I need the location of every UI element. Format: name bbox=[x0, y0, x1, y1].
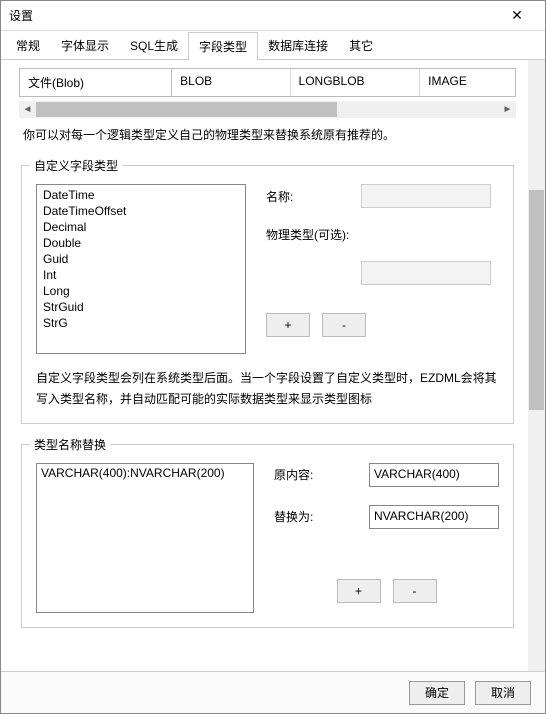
del-button[interactable]: - bbox=[393, 579, 437, 603]
orig-label: 原内容: bbox=[274, 466, 369, 483]
tab-fieldtype[interactable]: 字段类型 bbox=[188, 32, 258, 60]
list-item[interactable]: Guid bbox=[41, 251, 241, 267]
tab-sql[interactable]: SQL生成 bbox=[119, 31, 189, 59]
add-button[interactable]: + bbox=[337, 579, 381, 603]
list-item[interactable]: StrG bbox=[41, 315, 241, 331]
orig-input[interactable]: VARCHAR(400) bbox=[369, 463, 499, 487]
replace-list[interactable]: VARCHAR(400):NVARCHAR(200) bbox=[36, 463, 254, 613]
list-item[interactable]: StrGuid bbox=[41, 299, 241, 315]
group-replace: 类型名称替换 VARCHAR(400):NVARCHAR(200) 原内容: V… bbox=[21, 444, 514, 628]
group-custom-types: 自定义字段类型 DateTime DateTimeOffset Decimal … bbox=[21, 165, 514, 424]
tab-bar: 常规 字体显示 SQL生成 字段类型 数据库连接 其它 bbox=[1, 31, 545, 60]
list-item[interactable]: Double bbox=[41, 235, 241, 251]
list-item[interactable]: Decimal bbox=[41, 219, 241, 235]
scroll-left-icon[interactable]: ◄ bbox=[19, 104, 36, 115]
name-label: 名称: bbox=[266, 188, 361, 205]
cell-logical: 文件(Blob) bbox=[20, 69, 172, 96]
phys-input[interactable] bbox=[361, 261, 491, 285]
del-button[interactable]: - bbox=[322, 313, 366, 337]
tab-font[interactable]: 字体显示 bbox=[50, 31, 120, 59]
add-button[interactable]: + bbox=[266, 313, 310, 337]
tab-other[interactable]: 其它 bbox=[338, 31, 384, 59]
custom-type-list[interactable]: DateTime DateTimeOffset Decimal Double G… bbox=[36, 184, 246, 354]
list-item[interactable]: VARCHAR(400):NVARCHAR(200) bbox=[37, 464, 253, 482]
vscroll-thumb[interactable] bbox=[529, 190, 544, 410]
vscrollbar[interactable] bbox=[528, 60, 545, 671]
cell-p2: LONGBLOB bbox=[291, 69, 421, 96]
phys-label: 物理类型(可选): bbox=[266, 226, 361, 243]
tab-db[interactable]: 数据库连接 bbox=[257, 31, 339, 59]
cell-p3: IMAGE bbox=[420, 69, 515, 96]
close-icon[interactable]: ✕ bbox=[497, 7, 537, 24]
table-row[interactable]: 文件(Blob) BLOB LONGBLOB IMAGE bbox=[20, 69, 515, 96]
cell-p1: BLOB bbox=[172, 69, 290, 96]
hscroll-thumb[interactable] bbox=[36, 102, 337, 117]
ok-button[interactable]: 确定 bbox=[409, 681, 465, 705]
hint-text: 你可以对每一个逻辑类型定义自己的物理类型来替换系统原有推荐的。 bbox=[23, 126, 512, 145]
hscrollbar[interactable]: ◄ ► bbox=[19, 101, 516, 118]
list-item[interactable]: DateTimeOffset bbox=[41, 203, 241, 219]
repl-label: 替换为: bbox=[274, 508, 369, 525]
list-item[interactable]: DateTime bbox=[41, 187, 241, 203]
window-title: 设置 bbox=[9, 7, 497, 24]
name-input[interactable] bbox=[361, 184, 491, 208]
custom-desc: 自定义字段类型会列在系统类型后面。当一个字段设置了自定义类型时，EZDML会将其… bbox=[36, 368, 499, 409]
tab-general[interactable]: 常规 bbox=[5, 31, 51, 59]
list-item[interactable]: Int bbox=[41, 267, 241, 283]
scroll-right-icon[interactable]: ► bbox=[499, 104, 516, 115]
list-item[interactable]: Long bbox=[41, 283, 241, 299]
cancel-button[interactable]: 取消 bbox=[475, 681, 531, 705]
group-title: 自定义字段类型 bbox=[30, 157, 122, 174]
group-title: 类型名称替换 bbox=[30, 436, 110, 453]
type-table: 文件(Blob) BLOB LONGBLOB IMAGE bbox=[19, 68, 516, 97]
repl-input[interactable]: NVARCHAR(200) bbox=[369, 505, 499, 529]
